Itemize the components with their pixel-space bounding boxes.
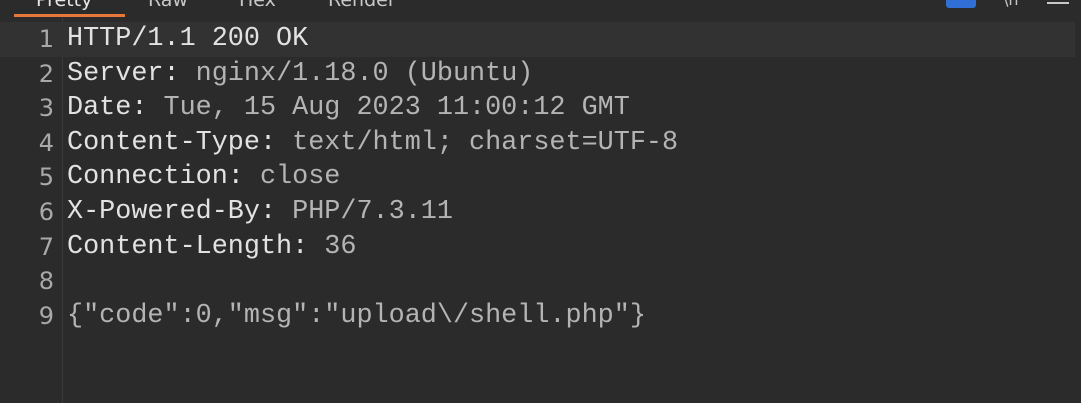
tab-render[interactable]: Render <box>328 0 396 12</box>
code-line-9[interactable]: 9 {"code":0,"msg":"upload\/shell.php"} <box>0 299 1075 334</box>
tab-hex[interactable]: Hex <box>239 0 276 12</box>
line-number: 9 <box>38 301 54 330</box>
active-tab-indicator <box>14 14 125 17</box>
header-name: Content-Length: <box>67 231 309 262</box>
header-name: X-Powered-By: <box>67 197 277 227</box>
header-name: Connection: <box>67 162 244 193</box>
code-line-4[interactable]: 4 Content-Type: text/html; charset=UTF-8 <box>0 126 1075 161</box>
actions-icon[interactable] <box>946 0 976 8</box>
line-number: 5 <box>38 163 54 192</box>
header-name: Server: <box>67 58 180 89</box>
tab-pretty[interactable]: Pretty <box>36 0 92 12</box>
line-number: 7 <box>38 232 54 261</box>
header-value: close <box>243 162 341 193</box>
code-line-8[interactable]: 8 <box>0 264 1075 299</box>
line-number: 8 <box>38 267 54 296</box>
newline-toggle-icon[interactable]: \n <box>1003 0 1023 8</box>
code-line-2[interactable]: 2 Server: nginx/1.18.0 (Ubuntu) <box>0 57 1075 92</box>
line-number: 2 <box>38 59 54 88</box>
vertical-scrollbar[interactable] <box>1075 18 1081 403</box>
header-name: Date: <box>67 93 148 124</box>
header-value: 36 <box>308 231 357 262</box>
line-number: 4 <box>38 128 54 157</box>
code-line-6[interactable]: 6 X-Powered-By: PHP/7.3.11 <box>0 195 1075 230</box>
http-response-viewer: Pretty Raw Hex Render \n 1 HTTP/1.1 200 … <box>0 0 1081 403</box>
code-line-3[interactable]: 3 Date: Tue, 15 Aug 2023 11:00:12 GMT <box>0 91 1075 126</box>
code-line-5[interactable]: 5 Connection: close <box>0 160 1075 195</box>
header-name: Content-Type: <box>67 127 277 158</box>
code-line-7[interactable]: 7 Content-Length: 36 <box>0 230 1075 265</box>
header-value: text/html; charset=UTF-8 <box>276 127 679 158</box>
code-line-1[interactable]: 1 HTTP/1.1 200 OK <box>0 22 1075 57</box>
menu-icon[interactable] <box>1047 0 1069 6</box>
header-value: nginx/1.18.0 (Ubuntu) <box>179 58 534 89</box>
view-tab-bar: Pretty Raw Hex Render \n <box>0 0 1081 18</box>
status-line: HTTP/1.1 200 OK <box>67 24 309 54</box>
header-value: Tue, 15 Aug 2023 11:00:12 GMT <box>147 93 630 124</box>
line-number: 6 <box>38 198 54 226</box>
header-value: PHP/7.3.11 <box>276 197 453 227</box>
line-number: 3 <box>38 94 54 123</box>
tab-raw[interactable]: Raw <box>148 0 188 12</box>
response-editor[interactable]: 1 HTTP/1.1 200 OK 2 Server: nginx/1.18.0… <box>0 18 1081 403</box>
response-body: {"code":0,"msg":"upload\/shell.php"} <box>67 300 646 331</box>
line-number: 1 <box>38 25 54 53</box>
